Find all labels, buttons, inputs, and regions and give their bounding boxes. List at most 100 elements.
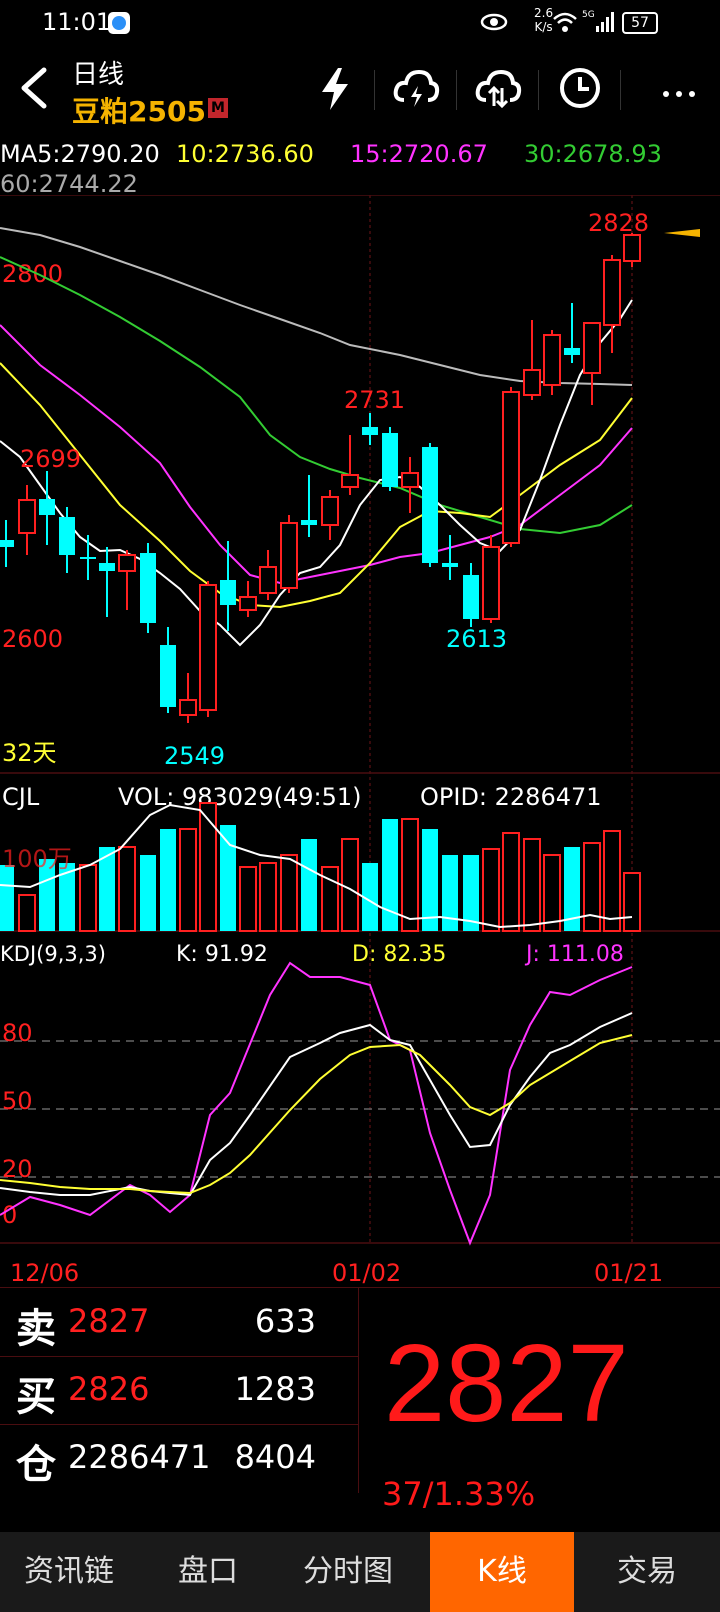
candle-body bbox=[220, 580, 236, 605]
buy-row[interactable]: 买 2826 1283 bbox=[0, 1356, 358, 1425]
ma60-value: 60:2744.22 bbox=[0, 170, 138, 198]
separator bbox=[358, 1288, 359, 1493]
price-axis-2800: 2800 bbox=[2, 260, 63, 288]
volume-bar bbox=[422, 829, 438, 931]
candle-body bbox=[543, 334, 561, 386]
tab-news-chain[interactable]: 资讯链 bbox=[0, 1532, 138, 1612]
net-speed: 2.6 K/s bbox=[534, 6, 554, 34]
volume-bar bbox=[301, 839, 317, 931]
kdj-level-20: 20 bbox=[2, 1155, 33, 1183]
annot-2731: 2731 bbox=[344, 386, 405, 414]
candle-body bbox=[39, 499, 55, 515]
ma-lines bbox=[0, 227, 633, 647]
back-icon[interactable] bbox=[14, 66, 54, 114]
ma10-value: 10:2736.60 bbox=[176, 140, 314, 168]
cloud-compare-icon[interactable] bbox=[474, 66, 522, 114]
tab-trade[interactable]: 交易 bbox=[574, 1532, 720, 1612]
candle-body bbox=[239, 596, 257, 611]
app-notification-icon bbox=[108, 12, 130, 34]
candle-body bbox=[401, 472, 419, 488]
wifi-icon bbox=[552, 10, 578, 38]
status-bar: 11:01 2.6 K/s 5G 57 bbox=[0, 0, 720, 48]
candle-body bbox=[259, 566, 277, 594]
candle-body bbox=[502, 391, 520, 544]
volume-bar bbox=[543, 854, 561, 932]
sell-row[interactable]: 卖 2827 633 bbox=[0, 1288, 358, 1357]
volume-bar bbox=[259, 862, 277, 932]
date-mid: 01/02 bbox=[332, 1259, 401, 1285]
more-icon[interactable] bbox=[662, 84, 696, 103]
market-badge: M bbox=[208, 98, 228, 118]
kdj-lines bbox=[0, 961, 633, 1246]
candle-body bbox=[118, 554, 136, 572]
volume-bar bbox=[583, 842, 601, 932]
separator bbox=[456, 70, 457, 110]
candle-body bbox=[341, 474, 359, 488]
candle-body bbox=[80, 557, 96, 559]
annot-2699: 2699 bbox=[20, 445, 81, 473]
header: 日线 豆粕2505 M bbox=[0, 48, 720, 130]
volume-bar bbox=[603, 830, 621, 932]
volume-bar bbox=[623, 872, 641, 932]
volume-axis-label: 100万 bbox=[2, 845, 72, 873]
lightning-icon[interactable] bbox=[318, 66, 352, 116]
candle-body bbox=[301, 520, 317, 525]
buy-label: 买 bbox=[16, 1374, 56, 1420]
candle-body bbox=[362, 427, 378, 435]
kline-chart[interactable]: 2800 2600 32天 2828 2731 2699 2613 2549 C… bbox=[0, 195, 720, 1285]
open-interest-row: 仓 2286471 8404 bbox=[0, 1424, 358, 1492]
eye-icon bbox=[480, 10, 508, 38]
kdj-k: K: 91.92 bbox=[176, 942, 268, 967]
candle-body bbox=[18, 499, 36, 534]
candle-body bbox=[59, 517, 75, 555]
kdj-d: D: 82.35 bbox=[352, 942, 446, 967]
volume-bar bbox=[118, 846, 136, 932]
separator bbox=[620, 70, 621, 110]
volume-bar bbox=[220, 825, 236, 931]
opid-value: OPID: 2286471 bbox=[420, 783, 602, 811]
ma5-value: MA5:2790.20 bbox=[0, 140, 160, 168]
tab-kline[interactable]: K线 bbox=[430, 1532, 574, 1612]
tab-intraday[interactable]: 分时图 bbox=[278, 1532, 418, 1612]
candle-body bbox=[321, 496, 339, 526]
candle-body bbox=[583, 322, 601, 374]
tab-order-book[interactable]: 盘口 bbox=[138, 1532, 278, 1612]
volume-bar bbox=[179, 828, 197, 932]
oi-change: 8404 bbox=[234, 1438, 316, 1476]
volume-bar bbox=[502, 832, 520, 932]
volume-bars bbox=[0, 802, 641, 932]
volume-bar bbox=[482, 848, 500, 932]
kdj-j: J: 111.08 bbox=[524, 942, 624, 967]
days-label: 32天 bbox=[2, 739, 57, 767]
sell-volume: 633 bbox=[254, 1302, 316, 1340]
volume-label: CJL bbox=[2, 783, 40, 811]
price-change: 37/1.33% bbox=[382, 1475, 536, 1513]
candle-body bbox=[564, 348, 580, 355]
volume-bar bbox=[523, 838, 541, 932]
ma30-value: 30:2678.93 bbox=[524, 140, 662, 168]
separator bbox=[538, 70, 539, 110]
candle-body bbox=[140, 553, 156, 623]
date-end: 01/21 bbox=[594, 1259, 663, 1285]
volume-bar bbox=[199, 802, 217, 932]
volume-bar bbox=[280, 854, 298, 932]
candle-body bbox=[0, 540, 14, 547]
annot-2549: 2549 bbox=[164, 742, 225, 770]
signal-icon: 5G bbox=[582, 8, 614, 38]
candle-body bbox=[523, 369, 541, 396]
volume-bar bbox=[18, 894, 36, 932]
candle-body bbox=[160, 645, 176, 707]
candle-body bbox=[623, 234, 641, 262]
candle-body bbox=[442, 563, 458, 567]
oi-value: 2286471 bbox=[68, 1438, 211, 1476]
contract-symbol[interactable]: 豆粕2505 bbox=[72, 90, 206, 130]
svg-text:5G: 5G bbox=[582, 10, 595, 20]
date-start: 12/06 bbox=[10, 1259, 79, 1285]
ma60-line bbox=[0, 227, 633, 386]
candle-body bbox=[382, 433, 398, 487]
clock-icon[interactable] bbox=[558, 66, 602, 114]
cloud-flash-icon[interactable] bbox=[392, 66, 440, 114]
separator bbox=[374, 70, 375, 110]
status-time: 11:01 bbox=[42, 8, 112, 36]
candle-body bbox=[179, 699, 197, 716]
